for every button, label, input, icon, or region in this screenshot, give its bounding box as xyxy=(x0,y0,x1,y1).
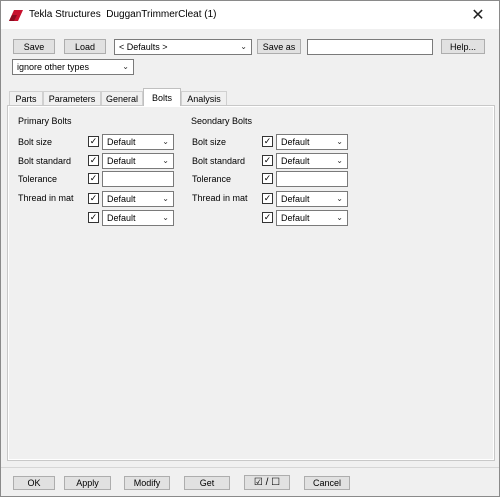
footer-divider xyxy=(1,467,499,468)
secondary-tolerance-checkbox[interactable]: ✓ xyxy=(262,173,273,184)
filter-dropdown[interactable]: ignore other types ⌄ xyxy=(12,59,134,75)
primary-bolt-size-checkbox[interactable]: ✓ xyxy=(88,136,99,147)
dialog-window: Tekla Structures DugganTrimmerCleat (1) … xyxy=(0,0,500,497)
save-as-name-input[interactable] xyxy=(307,39,433,55)
tab-parameters[interactable]: Parameters xyxy=(43,91,101,106)
tab-analysis[interactable]: Analysis xyxy=(181,91,227,106)
chevron-down-icon: ⌄ xyxy=(162,194,169,203)
primary-thread-dropdown[interactable]: Default ⌄ xyxy=(102,191,174,207)
tab-general[interactable]: General xyxy=(101,91,143,106)
title-bar[interactable]: Tekla Structures DugganTrimmerCleat (1) … xyxy=(1,1,499,29)
secondary-tolerance-input[interactable] xyxy=(276,171,348,187)
save-button[interactable]: Save xyxy=(13,39,55,54)
primary-extra-value: Default xyxy=(107,213,136,223)
filter-selected-value: ignore other types xyxy=(17,62,90,72)
tab-bolts[interactable]: Bolts xyxy=(143,88,181,106)
secondary-bolt-standard-value: Default xyxy=(281,156,310,166)
secondary-bolt-size-checkbox[interactable]: ✓ xyxy=(262,136,273,147)
primary-tolerance-label: Tolerance xyxy=(18,174,58,184)
primary-tolerance-input[interactable] xyxy=(102,171,174,187)
chevron-down-icon: ⌄ xyxy=(336,213,343,222)
secondary-bolts-heading: Seondary Bolts xyxy=(191,116,253,126)
primary-bolt-standard-value: Default xyxy=(107,156,136,166)
close-window-button[interactable]: ✕ xyxy=(457,1,499,29)
secondary-extra-dropdown[interactable]: Default ⌄ xyxy=(276,210,348,226)
secondary-bolt-size-label: Bolt size xyxy=(192,137,227,147)
modify-button[interactable]: Modify xyxy=(124,476,170,490)
bolts-panel-body xyxy=(9,107,493,459)
secondary-thread-label: Thread in mat xyxy=(192,193,248,203)
load-button[interactable]: Load xyxy=(64,39,106,54)
cancel-button[interactable]: Cancel xyxy=(304,476,350,490)
secondary-thread-checkbox[interactable]: ✓ xyxy=(262,193,273,204)
primary-extra-dropdown[interactable]: Default ⌄ xyxy=(102,210,174,226)
secondary-extra-value: Default xyxy=(281,213,310,223)
secondary-thread-dropdown[interactable]: Default ⌄ xyxy=(276,191,348,207)
chevron-down-icon: ⌄ xyxy=(162,137,169,146)
app-name: Tekla Structures xyxy=(29,9,101,20)
primary-bolts-heading: Primary Bolts xyxy=(18,116,72,126)
primary-bolt-standard-dropdown[interactable]: Default ⌄ xyxy=(102,153,174,169)
chevron-down-icon: ⌄ xyxy=(162,213,169,222)
ok-button[interactable]: OK xyxy=(13,476,55,490)
chevron-down-icon: ⌄ xyxy=(122,62,129,71)
primary-bolt-size-value: Default xyxy=(107,137,136,147)
chevron-down-icon: ⌄ xyxy=(336,156,343,165)
tab-parts[interactable]: Parts xyxy=(9,91,43,106)
primary-thread-value: Default xyxy=(107,194,136,204)
primary-bolt-standard-label: Bolt standard xyxy=(18,156,72,166)
apply-button[interactable]: Apply xyxy=(64,476,111,490)
close-icon: ✕ xyxy=(471,7,485,24)
chevron-down-icon: ⌄ xyxy=(336,194,343,203)
window-title: Tekla Structures DugganTrimmerCleat (1) xyxy=(29,9,216,20)
preset-dropdown[interactable]: < Defaults > ⌄ xyxy=(114,39,252,55)
save-as-button[interactable]: Save as xyxy=(257,39,301,54)
chevron-down-icon: ⌄ xyxy=(336,137,343,146)
toggle-all-checkboxes-button[interactable]: ☑ / ☐ xyxy=(244,475,290,490)
secondary-bolt-standard-checkbox[interactable]: ✓ xyxy=(262,155,273,166)
get-button[interactable]: Get xyxy=(184,476,230,490)
bolts-panel xyxy=(7,105,495,461)
secondary-bolt-standard-label: Bolt standard xyxy=(192,156,246,166)
primary-bolt-standard-checkbox[interactable]: ✓ xyxy=(88,155,99,166)
secondary-thread-value: Default xyxy=(281,194,310,204)
secondary-bolt-size-dropdown[interactable]: Default ⌄ xyxy=(276,134,348,150)
primary-bolt-size-dropdown[interactable]: Default ⌄ xyxy=(102,134,174,150)
chevron-down-icon: ⌄ xyxy=(162,156,169,165)
help-button[interactable]: Help... xyxy=(441,39,485,54)
primary-thread-checkbox[interactable]: ✓ xyxy=(88,193,99,204)
secondary-extra-checkbox[interactable]: ✓ xyxy=(262,212,273,223)
primary-tolerance-checkbox[interactable]: ✓ xyxy=(88,173,99,184)
primary-extra-checkbox[interactable]: ✓ xyxy=(88,212,99,223)
secondary-tolerance-label: Tolerance xyxy=(192,174,232,184)
primary-thread-label: Thread in mat xyxy=(18,193,74,203)
secondary-bolt-standard-dropdown[interactable]: Default ⌄ xyxy=(276,153,348,169)
tekla-logo-icon xyxy=(9,10,23,21)
secondary-bolt-size-value: Default xyxy=(281,137,310,147)
preset-selected-value: < Defaults > xyxy=(119,42,168,52)
chevron-down-icon: ⌄ xyxy=(240,42,247,51)
primary-bolt-size-label: Bolt size xyxy=(18,137,53,147)
document-title: DugganTrimmerCleat (1) xyxy=(106,9,217,20)
